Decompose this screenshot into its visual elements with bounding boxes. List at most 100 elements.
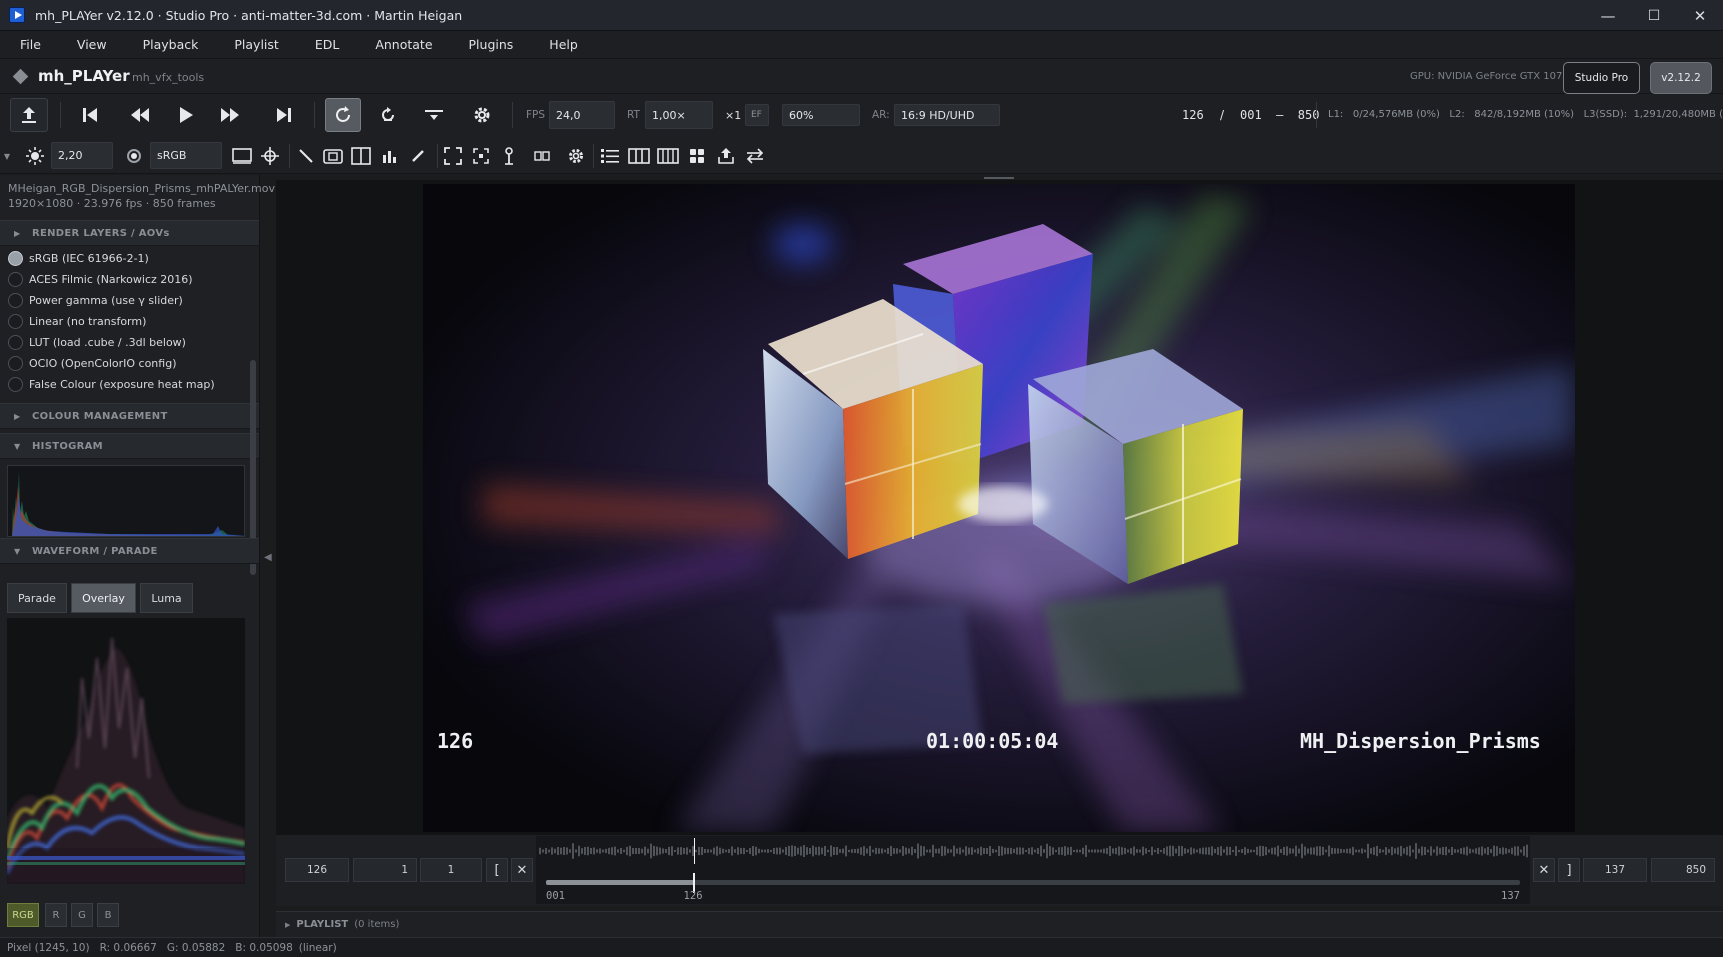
playlist-count: (0 items)	[354, 919, 400, 930]
close-window-button[interactable]: ✕	[1677, 0, 1723, 31]
menu-view[interactable]: View	[57, 37, 123, 52]
layer-option-aces[interactable]: ACES Filmic (Narkowicz 2016)	[8, 269, 193, 289]
colorspace-toggle[interactable]	[121, 142, 147, 170]
step-input[interactable]: 1	[420, 858, 482, 882]
pen-icon	[412, 150, 424, 162]
menu-annotate[interactable]: Annotate	[355, 37, 448, 52]
menu-playlist[interactable]: Playlist	[214, 37, 294, 52]
radio[interactable]	[8, 292, 23, 308]
layer-option-linear[interactable]: Linear (no transform)	[8, 311, 146, 331]
layer-option-label: sRGB (IEC 61966-2-1)	[29, 251, 149, 265]
exposure-button[interactable]	[22, 142, 48, 170]
last-frame-button[interactable]	[266, 98, 302, 132]
preferences-button[interactable]	[563, 142, 589, 170]
waveform-mode-overlay[interactable]: Overlay	[71, 583, 136, 613]
layer-option-lut[interactable]: LUT (load .cube / .3dl below)	[8, 332, 186, 352]
loop-button[interactable]	[325, 98, 361, 132]
toolbar-collapse-icon[interactable]: ▼	[2, 146, 12, 166]
ping-pong-button[interactable]	[370, 98, 406, 132]
crosshair-button[interactable]	[257, 142, 283, 170]
pen-tool-button[interactable]	[405, 142, 431, 170]
timeline[interactable]: 001 126 137	[536, 836, 1530, 904]
menu-plugins[interactable]: Plugins	[449, 37, 530, 52]
fast-forward-button[interactable]	[212, 98, 248, 132]
section-histogram[interactable]: ▼ HISTOGRAM	[0, 433, 259, 459]
set-in-button[interactable]: [	[486, 858, 508, 882]
menu-help[interactable]: Help	[529, 37, 594, 52]
version-button[interactable]: v2.12.2	[1650, 62, 1712, 94]
window-title: mh_PLAYer v2.12.0 · Studio Pro · anti-ma…	[35, 7, 463, 23]
safe-area-button[interactable]	[229, 142, 255, 170]
section-render-layers[interactable]: ▶ RENDER LAYERS / AOVs	[0, 220, 259, 246]
fullscreen-button[interactable]	[440, 142, 466, 170]
sidebar-collapse-icon[interactable]: ◀	[264, 552, 272, 563]
radio[interactable]	[8, 355, 23, 371]
export-button[interactable]	[713, 142, 739, 170]
colorspace-select[interactable]: sRGB	[150, 142, 222, 169]
radio[interactable]	[8, 271, 23, 287]
waveform-mode-parade[interactable]: Parade	[7, 583, 67, 613]
menu-edl[interactable]: EDL	[295, 37, 356, 52]
fps-input[interactable]: 24,0	[549, 101, 615, 129]
channel-rgb-button[interactable]: RGB	[7, 903, 39, 927]
current-frame-input[interactable]: 126	[285, 858, 349, 882]
waveform-mode-luma[interactable]: Luma	[140, 583, 193, 613]
open-file-button[interactable]	[10, 98, 48, 132]
layer-option-power-gamma[interactable]: Power gamma (use γ slider)	[8, 290, 183, 310]
clip-name-burnin: MH_Dispersion_Prisms	[1300, 729, 1541, 753]
screenshot-button[interactable]	[320, 142, 346, 170]
play-button[interactable]	[168, 98, 204, 132]
channel-g-button[interactable]: G	[71, 903, 93, 927]
minimize-button[interactable]: —	[1585, 0, 1631, 31]
compare-split-button[interactable]	[348, 142, 374, 170]
clear-out-button[interactable]: ✕	[1533, 858, 1555, 882]
mask-button[interactable]	[529, 142, 555, 170]
layer-option-false-colour[interactable]: False Colour (exposure heat map)	[8, 374, 215, 394]
bounce-icon	[382, 107, 394, 121]
columns-view-button[interactable]	[626, 142, 652, 170]
status-b: B: 0.05098	[235, 941, 293, 954]
zoom-input[interactable]: 60%	[782, 104, 860, 126]
viewer-resize-handle[interactable]	[984, 177, 1014, 179]
section-colour-management[interactable]: ▶ COLOUR MANAGEMENT	[0, 403, 259, 429]
edition-button[interactable]: Studio Pro	[1563, 62, 1640, 94]
swap-button[interactable]	[742, 142, 768, 170]
radio[interactable]	[8, 376, 23, 392]
out-frame-input[interactable]: 137	[1583, 858, 1647, 882]
text-tool-button[interactable]	[496, 142, 522, 170]
viewer[interactable]: 126 01:00:05:04 MH_Dispersion_Prisms	[276, 180, 1723, 835]
settings-button[interactable]	[464, 98, 500, 132]
channel-b-button[interactable]: B	[97, 903, 119, 927]
rewind-button[interactable]	[122, 98, 158, 132]
play-once-button[interactable]	[416, 98, 452, 132]
set-out-button[interactable]: ]	[1558, 858, 1580, 882]
gamma-input[interactable]: 2,20	[51, 142, 113, 169]
layer-option-ocio[interactable]: OCIO (OpenColorIO config)	[8, 353, 176, 373]
playlist-bar[interactable]: ▶ PLAYLIST (0 items)	[276, 911, 1723, 937]
first-frame-button[interactable]	[72, 98, 108, 132]
aspect-select[interactable]: 16:9 HD/UHD	[894, 104, 1000, 126]
clear-in-button[interactable]: ✕	[511, 858, 533, 882]
section-waveform[interactable]: ▼ WAVEFORM / PARADE	[0, 538, 259, 564]
start-offset-input[interactable]: 1	[353, 858, 417, 882]
section-title: COLOUR MANAGEMENT	[32, 410, 168, 422]
grid-view-button[interactable]	[684, 142, 710, 170]
end-frame-input[interactable]: 850	[1651, 858, 1715, 882]
ef-button[interactable]: EF	[745, 104, 769, 126]
maximize-button[interactable]: ☐	[1631, 0, 1677, 31]
fit-view-button[interactable]	[468, 142, 494, 170]
radio[interactable]	[8, 313, 23, 329]
list-icon	[601, 149, 619, 163]
filmstrip-button[interactable]	[655, 142, 681, 170]
channel-r-button[interactable]: R	[45, 903, 67, 927]
menu-playback[interactable]: Playback	[123, 37, 215, 52]
list-view-button[interactable]	[597, 142, 623, 170]
radio-selected[interactable]	[8, 250, 23, 266]
rate-input[interactable]: 1,00×	[645, 101, 713, 129]
histogram-button[interactable]	[377, 142, 403, 170]
radio[interactable]	[8, 334, 23, 350]
export-icon	[718, 148, 734, 164]
draw-line-button[interactable]	[293, 142, 319, 170]
layer-option-srgb[interactable]: sRGB (IEC 61966-2-1)	[8, 248, 149, 268]
menu-file[interactable]: File	[0, 37, 57, 52]
